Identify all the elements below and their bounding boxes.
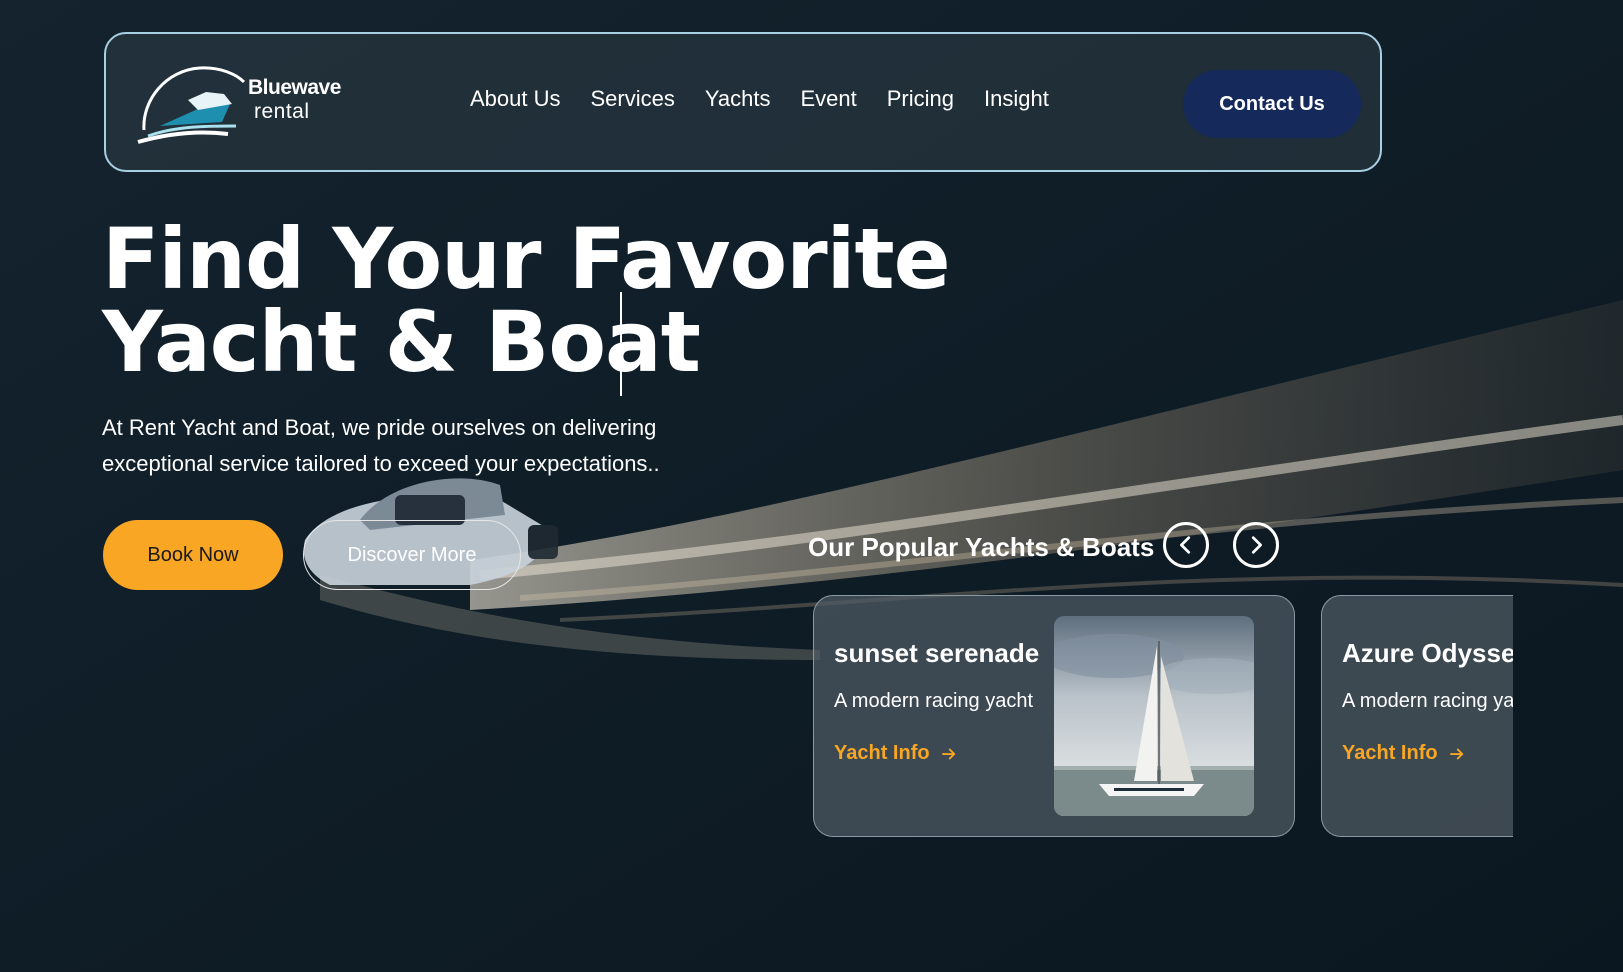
yacht-card[interactable]: sunset serenade A modern racing yacht Ya… — [813, 595, 1295, 837]
carousel-prev-button[interactable] — [1163, 522, 1209, 568]
sailboat-image — [1054, 616, 1254, 816]
brand-logo[interactable]: Bluewave rental — [136, 64, 346, 148]
arrow-right-icon — [941, 748, 955, 759]
hero-title-line-2: Yacht & Boat — [102, 293, 701, 391]
top-navbar: Bluewave rental About Us Services Yachts… — [104, 32, 1382, 172]
yacht-info-label: Yacht Info — [1342, 742, 1438, 764]
text-cursor — [620, 292, 622, 396]
yacht-card-title: sunset serenade — [834, 638, 1040, 668]
arrow-right-icon — [1449, 748, 1463, 759]
brand-name: Bluewave — [248, 76, 341, 99]
brand-subname: rental — [254, 100, 310, 123]
chevron-left-icon — [1180, 536, 1191, 554]
main-navigation: About Us Services Yachts Event Pricing I… — [470, 86, 1079, 112]
yacht-card-description: A modern racing yacht — [834, 690, 1033, 712]
popular-section-title: Our Popular Yachts & Boats — [808, 532, 1155, 562]
nav-services[interactable]: Services — [591, 86, 675, 112]
hero-description: At Rent Yacht and Boat, we pride ourselv… — [102, 415, 660, 476]
book-now-button[interactable]: Book Now — [103, 520, 283, 590]
yacht-card-description: A modern racing yacht — [1342, 690, 1513, 712]
nav-pricing[interactable]: Pricing — [887, 86, 954, 112]
yacht-carousel: sunset serenade A modern racing yacht Ya… — [813, 595, 1513, 837]
nav-yachts[interactable]: Yachts — [705, 86, 771, 112]
contact-us-button[interactable]: Contact Us — [1183, 70, 1361, 138]
discover-more-button[interactable]: Discover More — [303, 520, 521, 590]
boat-logo-icon — [137, 66, 246, 144]
chevron-right-icon — [1251, 536, 1262, 554]
yacht-info-link[interactable]: Yacht Info — [834, 742, 958, 765]
nav-insight[interactable]: Insight — [984, 86, 1049, 112]
yacht-card-title: Azure Odyssey — [1342, 638, 1513, 668]
yacht-info-link[interactable]: Yacht Info — [1342, 742, 1466, 765]
nav-event[interactable]: Event — [800, 86, 856, 112]
carousel-next-button[interactable] — [1233, 522, 1279, 568]
nav-about-us[interactable]: About Us — [470, 86, 561, 112]
yacht-info-label: Yacht Info — [834, 742, 930, 764]
hero-title: Find Your Favorite Yacht & Boat — [102, 217, 951, 384]
yacht-card[interactable]: Azure Odyssey A modern racing yacht Yach… — [1321, 595, 1513, 837]
